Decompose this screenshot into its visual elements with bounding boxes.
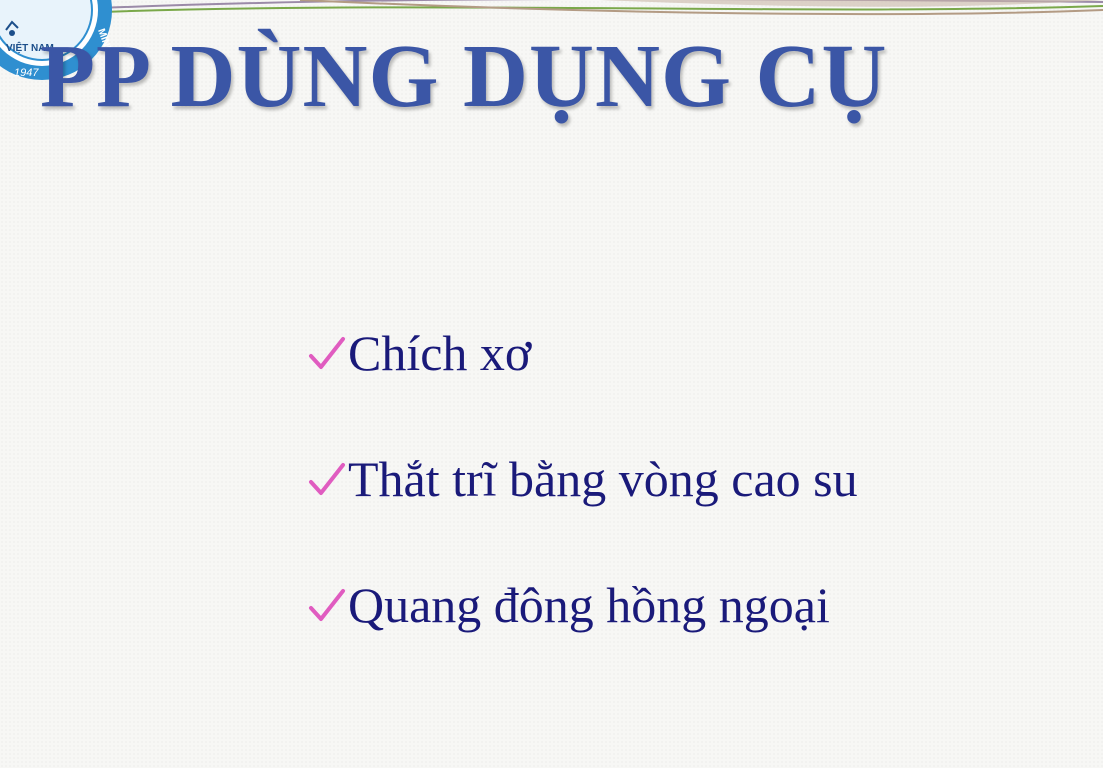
svg-text:1947: 1947 bbox=[14, 67, 39, 79]
bullet-label: Chích xơ bbox=[348, 325, 532, 381]
bullet-item: Thắt trĩ bằng vòng cao su bbox=[308, 448, 858, 511]
check-icon bbox=[309, 588, 345, 621]
bullet-list: Chích xơ Thắt trĩ bằng vòng cao su Quang… bbox=[308, 322, 858, 637]
slide: VIỆT NAM 1947 MINH PP DÙNG DỤNG CỤ Chích… bbox=[0, 0, 1103, 768]
bullet-label: Thắt trĩ bằng vòng cao su bbox=[348, 451, 858, 507]
check-icon bbox=[309, 336, 345, 369]
bullet-item: Chích xơ bbox=[308, 322, 858, 385]
bullet-label: Quang đông hồng ngoại bbox=[348, 577, 830, 633]
check-icon bbox=[309, 462, 345, 495]
slide-title: PP DÙNG DỤNG CỤ bbox=[40, 27, 888, 126]
bullet-item: Quang đông hồng ngoại bbox=[308, 574, 858, 637]
